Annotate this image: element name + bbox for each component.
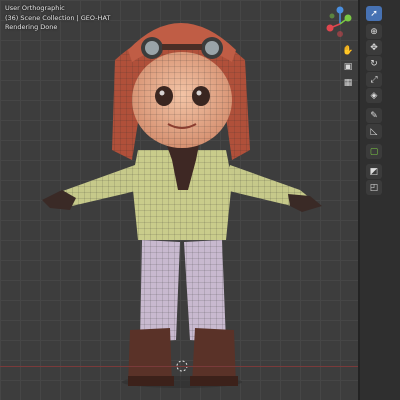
gizmo-x-axis <box>326 24 334 32</box>
transform-tool[interactable]: ◈ <box>366 88 382 103</box>
tool-shelf: ➚ ⊕ ✥ ↻ ⤢ ◈ ✎ ◺ ▢ ◩ ◰ <box>360 0 400 400</box>
extrude-tool[interactable]: ◩ <box>366 164 382 179</box>
scale-tool[interactable]: ⤢ <box>366 72 382 87</box>
viewport-info-overlay: User Orthographic (36) Scene Collection … <box>5 4 110 33</box>
inset-tool[interactable]: ◰ <box>366 180 382 195</box>
ruler-icon: ◺ <box>370 126 378 137</box>
navigation-gizmo[interactable] <box>326 6 354 38</box>
pencil-icon: ✎ <box>370 110 378 121</box>
viewport-navigation-column: ✋ ▣ ▦ <box>340 44 356 92</box>
select-tool[interactable]: ➚ <box>366 6 382 21</box>
cube-icon: ▢ <box>369 146 379 157</box>
camera-icon[interactable]: ▣ <box>340 60 356 73</box>
transform-icon: ◈ <box>370 90 378 101</box>
perspective-grid-icon[interactable]: ▦ <box>340 76 356 89</box>
render-status-label: Rendering Done <box>5 23 58 31</box>
x-axis-line <box>0 366 358 367</box>
collection-label: (36) Scene Collection | GEO-HAT <box>5 13 111 22</box>
move-tool[interactable]: ✥ <box>366 40 382 55</box>
view-name-label: User Orthographic <box>5 4 65 12</box>
character-model <box>42 23 322 388</box>
annotate-tool[interactable]: ✎ <box>366 108 382 123</box>
gizmo-y-axis <box>344 14 352 22</box>
gizmo-z-axis <box>336 6 344 14</box>
hand-icon[interactable]: ✋ <box>340 44 356 57</box>
move-arrows-icon: ✥ <box>370 42 378 53</box>
crosshair-icon: ⊕ <box>370 26 378 37</box>
inset-icon: ◰ <box>369 182 379 193</box>
scale-icon: ⤢ <box>370 74 378 85</box>
extrude-icon: ◩ <box>369 166 379 177</box>
cursor-tool[interactable]: ⊕ <box>366 24 382 39</box>
measure-tool[interactable]: ◺ <box>366 124 382 139</box>
rotate-tool[interactable]: ↻ <box>366 56 382 71</box>
3d-viewport[interactable]: User Orthographic (36) Scene Collection … <box>0 0 358 400</box>
add-cube-tool[interactable]: ▢ <box>366 144 382 159</box>
cursor-arrow-icon: ➚ <box>370 8 378 19</box>
rotate-icon: ↻ <box>370 58 378 69</box>
